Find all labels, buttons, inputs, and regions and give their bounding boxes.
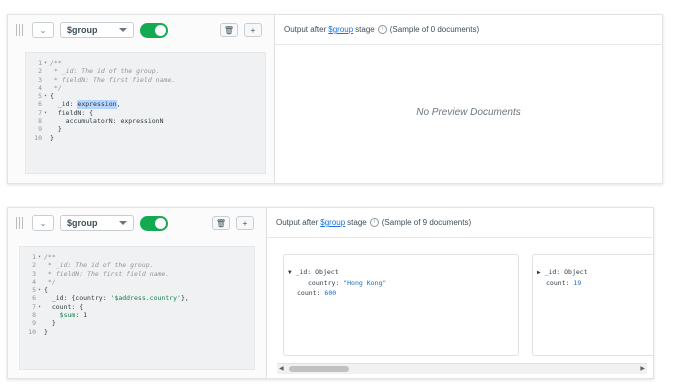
drag-handle-icon[interactable]: [16, 24, 26, 36]
info-icon[interactable]: i: [377, 25, 387, 34]
stage-docs-link[interactable]: $group: [328, 25, 353, 34]
expand-arrow-icon[interactable]: ▼: [288, 269, 292, 276]
add-stage-button[interactable]: +: [244, 23, 262, 37]
document-card: ▼ _id: Object country: "Hong Kong" count…: [283, 254, 519, 356]
delete-stage-button[interactable]: 🗑: [220, 23, 238, 37]
stage-editor-panel: ⌄ $group 🗑 + 1 ▾/** 2 * _id: The id of th…: [8, 15, 275, 183]
output-header: Output after $group stage i (Sample of 0…: [275, 15, 662, 45]
info-icon[interactable]: i: [369, 218, 379, 227]
caret-down-icon: [119, 28, 127, 32]
scroll-left-icon[interactable]: ◀: [279, 365, 284, 372]
selected-text: expression: [77, 100, 117, 109]
field-key: country: [308, 279, 336, 287]
empty-preview-message: No Preview Documents: [416, 107, 521, 118]
stage-2: ⌄ $group 🗑 + 1 ▾/** 2 * _id: The id of th…: [7, 207, 654, 379]
field-value: 600: [324, 289, 337, 297]
drag-handle-icon[interactable]: [16, 217, 26, 229]
delete-stage-button[interactable]: 🗑: [212, 216, 230, 230]
add-stage-button[interactable]: +: [236, 216, 254, 230]
field-type: Object: [315, 268, 339, 276]
stage-enable-toggle[interactable]: [140, 215, 168, 231]
operator-select-value: $group: [67, 25, 98, 35]
operator-select[interactable]: $group: [60, 215, 134, 231]
field-key: _id: [544, 268, 557, 276]
stage-output-panel: Output after $group stage i (Sample of 0…: [275, 15, 662, 183]
code-editor[interactable]: 1 ▾/** 2 * _id: The id of the group. 3 * …: [25, 52, 266, 174]
operator-select-value: $group: [67, 218, 98, 228]
code-editor[interactable]: 1 ▾/** 2 * _id: The id of the group. 3 * …: [19, 246, 255, 370]
stage-enable-toggle[interactable]: [140, 22, 168, 38]
caret-down-icon: [119, 221, 127, 225]
document-card: ▶ _id: Object count: 19: [532, 254, 653, 356]
collapse-button[interactable]: ⌄: [32, 215, 54, 231]
field-key: _id: [295, 268, 308, 276]
field-key: count: [546, 279, 566, 287]
stage-docs-link[interactable]: $group: [320, 218, 345, 227]
field-value: 19: [573, 279, 582, 287]
field-value: "Hong Kong": [343, 279, 387, 287]
field-type: Object: [564, 268, 588, 276]
stage-1: ⌄ $group 🗑 + 1 ▾/** 2 * _id: The id of th…: [7, 14, 663, 184]
collapse-button[interactable]: ⌄: [32, 22, 54, 38]
operator-select[interactable]: $group: [60, 22, 134, 38]
collapse-arrow-icon[interactable]: ▶: [537, 269, 541, 276]
output-header: Output after $group stage i (Sample of 9…: [267, 208, 653, 238]
stage-output-panel: Output after $group stage i (Sample of 9…: [267, 208, 653, 378]
scrollbar-thumb[interactable]: [289, 366, 349, 372]
scroll-right-icon[interactable]: ▶: [640, 365, 645, 372]
field-key: count: [297, 289, 317, 297]
stage-editor-panel: ⌄ $group 🗑 + 1 ▾/** 2 * _id: The id of th…: [8, 208, 267, 378]
horizontal-scrollbar[interactable]: ◀ ▶: [277, 363, 647, 374]
